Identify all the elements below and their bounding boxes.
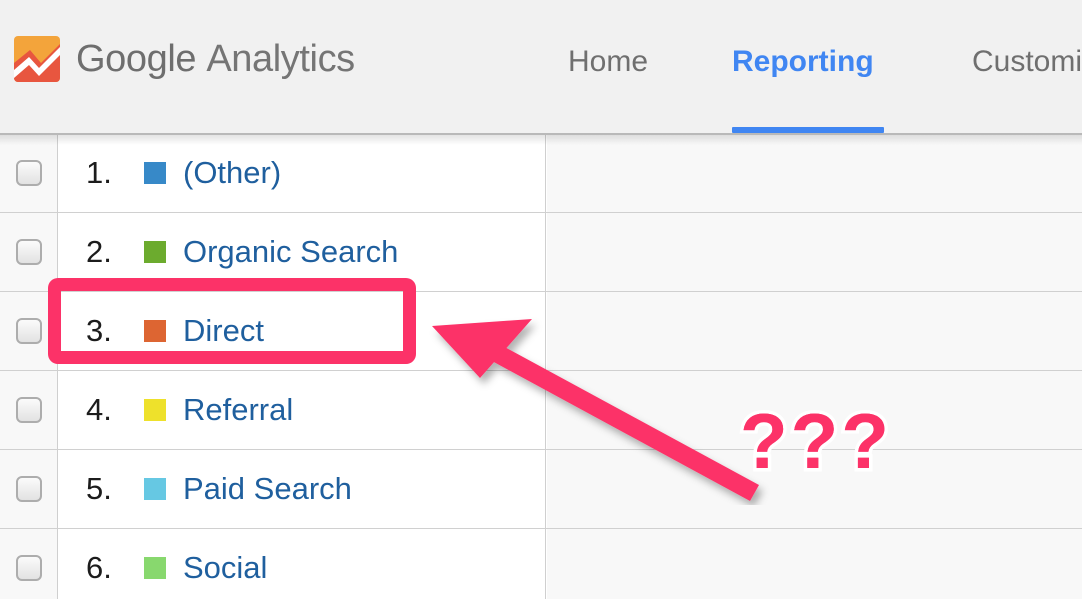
row-index: 3.	[86, 313, 112, 348]
row-checkbox[interactable]	[15, 239, 42, 265]
table-top-rule	[0, 133, 1082, 135]
row-channel-link[interactable]: Paid Search	[183, 471, 352, 507]
row-checkbox[interactable]	[15, 160, 42, 186]
nav-item-reporting[interactable]: Reporting	[732, 40, 874, 84]
row-channel-link[interactable]: Referral	[183, 392, 293, 428]
row-color-swatch	[144, 478, 166, 500]
nav-item-home[interactable]: Home	[568, 40, 648, 84]
row-color-swatch	[144, 399, 166, 421]
table-row[interactable]: 5. Paid Search	[0, 450, 1082, 529]
row-metric-cell	[547, 529, 1082, 599]
row-channel-link[interactable]: Social	[183, 550, 267, 586]
row-index: 5.	[86, 471, 112, 506]
row-color-swatch	[144, 320, 166, 342]
row-index: 2.	[86, 234, 112, 269]
table-row[interactable]: 4. Referral	[0, 371, 1082, 450]
table-row[interactable]: 3. Direct	[0, 292, 1082, 371]
row-color-swatch	[144, 557, 166, 579]
row-checkbox[interactable]	[15, 318, 42, 344]
row-checkbox[interactable]	[15, 397, 42, 423]
row-label-cell: 5. Paid Search	[58, 450, 546, 528]
row-metric-cell	[547, 134, 1082, 212]
row-select-cell[interactable]	[0, 371, 58, 449]
row-index: 1.	[86, 155, 112, 190]
row-channel-link[interactable]: (Other)	[183, 155, 281, 191]
row-select-cell[interactable]	[0, 529, 58, 599]
row-checkbox[interactable]	[15, 476, 42, 502]
row-label-cell: 2. Organic Search	[58, 213, 546, 291]
google-analytics-logo-icon	[14, 36, 60, 82]
brand-google-word: Google	[76, 38, 197, 80]
channels-table: 1. (Other) 2. Organic Search 3. Direct 4…	[0, 133, 1082, 599]
row-metric-cell	[547, 213, 1082, 291]
row-select-cell[interactable]	[0, 450, 58, 528]
row-metric-cell	[547, 371, 1082, 449]
brand-wordmark: Google Analytics	[76, 36, 355, 82]
row-color-swatch	[144, 162, 166, 184]
row-index: 6.	[86, 550, 112, 585]
table-row[interactable]: 2. Organic Search	[0, 213, 1082, 292]
row-index: 4.	[86, 392, 112, 427]
row-channel-link[interactable]: Direct	[183, 313, 264, 349]
row-channel-link[interactable]: Organic Search	[183, 234, 398, 270]
row-label-cell: 4. Referral	[58, 371, 546, 449]
row-select-cell[interactable]	[0, 213, 58, 291]
table-row[interactable]: 1. (Other)	[0, 134, 1082, 213]
row-label-cell: 1. (Other)	[58, 134, 546, 212]
row-metric-cell	[547, 292, 1082, 370]
row-label-cell: 3. Direct	[58, 292, 546, 370]
row-select-cell[interactable]	[0, 292, 58, 370]
row-metric-cell	[547, 450, 1082, 528]
nav-item-customisation[interactable]: Customis	[972, 40, 1082, 84]
row-label-cell: 6. Social	[58, 529, 546, 599]
brand-lockup[interactable]: Google Analytics	[14, 26, 355, 92]
google-analytics-screen: Google Analytics Home Reporting Customis…	[0, 0, 1082, 599]
row-checkbox[interactable]	[15, 555, 42, 581]
row-color-swatch	[144, 241, 166, 263]
table-row[interactable]: 6. Social	[0, 529, 1082, 599]
row-select-cell[interactable]	[0, 134, 58, 212]
brand-product-word: Analytics	[206, 38, 355, 80]
app-header: Google Analytics Home Reporting Customis	[0, 0, 1082, 133]
